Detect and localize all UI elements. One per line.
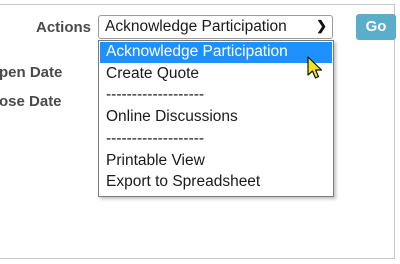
option-export-to-spreadsheet[interactable]: Export to Spreadsheet	[100, 172, 332, 193]
actions-dropdown-list: Acknowledge Participation Create Quote -…	[98, 40, 334, 197]
close-date-label: ose Date	[0, 93, 62, 110]
actions-select[interactable]: Acknowledge Participation ❯	[98, 15, 333, 39]
option-separator[interactable]: -------------------	[100, 129, 332, 150]
open-date-label: pen Date	[0, 64, 63, 81]
option-online-discussions[interactable]: Online Discussions	[100, 107, 332, 128]
option-separator[interactable]: -------------------	[100, 85, 332, 106]
option-acknowledge-participation[interactable]: Acknowledge Participation	[100, 42, 332, 63]
actions-label: Actions	[36, 19, 92, 36]
actions-select-value: Acknowledge Participation	[105, 18, 287, 35]
option-create-quote[interactable]: Create Quote	[100, 64, 332, 85]
mouse-pointer-icon	[307, 56, 323, 79]
option-printable-view[interactable]: Printable View	[100, 151, 332, 172]
chevron-down-icon: ❯	[316, 18, 327, 33]
go-button[interactable]: Go	[356, 14, 396, 40]
